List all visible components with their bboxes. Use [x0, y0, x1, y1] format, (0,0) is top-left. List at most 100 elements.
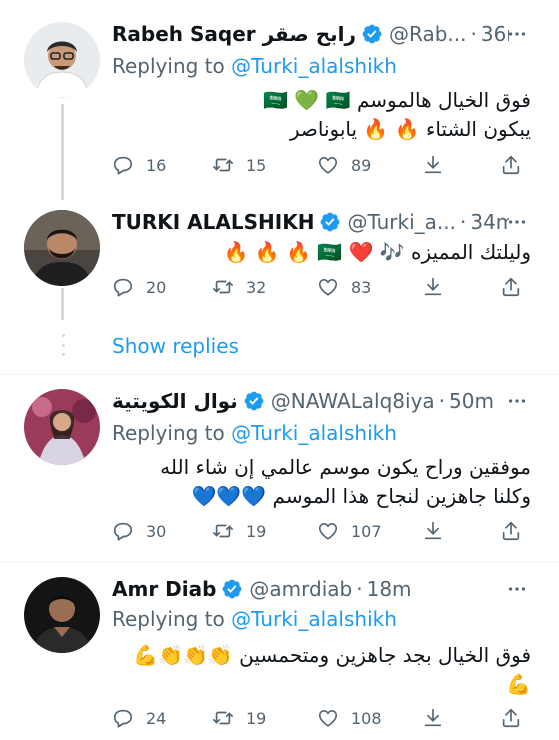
timestamp[interactable]: 50m	[449, 389, 494, 413]
download-icon	[422, 520, 444, 542]
replying-to-handle[interactable]: @Turki_alalshikh	[231, 607, 397, 631]
download-button[interactable]	[422, 707, 444, 729]
replying-to: Replying to @Turki_alalshikh	[112, 54, 397, 78]
like-button[interactable]: 83	[317, 276, 371, 298]
user-handle[interactable]: @Rab...	[389, 22, 466, 46]
more-icon[interactable]	[503, 575, 531, 603]
reply-button[interactable]: 24	[112, 707, 166, 729]
separator-dot: ·	[460, 210, 467, 234]
download-icon	[422, 276, 444, 298]
share-button[interactable]	[500, 154, 522, 176]
user-handle[interactable]: @NAWALalq8iya	[271, 389, 435, 413]
verified-badge-icon	[243, 390, 265, 412]
tweet-text: موفقين وراح يكون موسم عالمي إن شاء الله …	[112, 453, 531, 511]
avatar[interactable]	[24, 389, 100, 465]
like-count: 107	[351, 521, 382, 541]
thread-line	[61, 104, 64, 200]
verified-badge-icon	[319, 211, 341, 233]
retweet-icon	[212, 276, 234, 298]
display-name[interactable]: TURKI ALALSHIKH	[112, 210, 314, 234]
tweet-text: وليلتك المميزه 🎶 ❤️ 🇸🇦 🔥 🔥 🔥	[112, 238, 531, 267]
show-replies-link[interactable]: Show replies	[112, 334, 239, 358]
share-button[interactable]	[500, 520, 522, 542]
replying-to-handle[interactable]: @Turki_alalshikh	[231, 421, 397, 445]
tweet-text-line: وليلتك المميزه 🎶 ❤️ 🇸🇦 🔥 🔥 🔥	[223, 240, 531, 264]
tweet-actions: 30 19 107	[112, 516, 532, 546]
tweet-amr-diab[interactable]: Amr Diab @amrdiab · 18m Replying to @Tur…	[0, 563, 559, 740]
display-name[interactable]: Rabeh Saqer رابح صقر	[112, 22, 356, 46]
tweet-text: فوق الخيال هالموسم 🇸🇦 💚 🇸🇦 يبكون الشتاء …	[112, 86, 531, 144]
tweet-nawal[interactable]: نوال الكويتية @NAWALalq8iya · 50m Replyi…	[0, 375, 559, 561]
reply-button[interactable]: 16	[112, 154, 166, 176]
tweet-text-line: يبكون الشتاء 🔥 🔥 يابوناصر	[289, 117, 531, 141]
like-count: 108	[351, 708, 382, 728]
share-button[interactable]	[500, 707, 522, 729]
verified-badge-icon	[221, 578, 243, 600]
tweet-text-line: فوق الخيال بجد جاهزين ومتحمسين 👏👏👏💪	[133, 643, 531, 667]
retweet-button[interactable]: 32	[212, 276, 266, 298]
download-button[interactable]	[422, 154, 444, 176]
retweet-button[interactable]: 19	[212, 520, 266, 542]
user-handle[interactable]: @Turki_a...	[347, 210, 456, 234]
like-count: 89	[351, 155, 372, 175]
retweet-count: 32	[246, 277, 267, 297]
display-name[interactable]: Amr Diab	[112, 577, 216, 601]
tweet-header: Rabeh Saqer رابح صقر @Rab... · 36m	[112, 18, 509, 50]
reply-icon	[112, 276, 134, 298]
tweet-header: Amr Diab @amrdiab · 18m	[112, 573, 509, 605]
retweet-button[interactable]: 19	[212, 707, 266, 729]
like-button[interactable]: 89	[317, 154, 371, 176]
avatar[interactable]	[24, 577, 100, 653]
like-icon	[317, 520, 339, 542]
tweet-header: TURKI ALALSHIKH @Turki_a... · 34m	[112, 206, 509, 238]
like-count: 83	[351, 277, 372, 297]
tweet-text-line: وكلنا جاهزين لنجاح هذا الموسم 💙💙💙	[191, 484, 531, 508]
more-icon[interactable]	[503, 208, 531, 236]
more-icon[interactable]	[503, 387, 531, 415]
tweet-rabeh-saqer[interactable]: Rabeh Saqer رابح صقر @Rab... · 36m Reply…	[0, 0, 559, 200]
retweet-button[interactable]: 15	[212, 154, 266, 176]
replying-to-handle[interactable]: @Turki_alalshikh	[231, 54, 397, 78]
avatar[interactable]	[24, 22, 100, 98]
tweet-actions: 24 19 108	[112, 703, 532, 733]
tweet-text-line: 💪	[506, 672, 531, 696]
reply-button[interactable]: 20	[112, 276, 166, 298]
thread-line	[61, 288, 64, 320]
reply-icon	[112, 707, 134, 729]
like-button[interactable]: 108	[317, 707, 382, 729]
share-button[interactable]	[500, 276, 522, 298]
download-icon	[422, 154, 444, 176]
tweet-actions: 16 15 89	[112, 150, 532, 180]
share-icon	[500, 707, 522, 729]
like-button[interactable]: 107	[317, 520, 382, 542]
replying-to-label: Replying to	[112, 421, 225, 445]
retweet-count: 19	[246, 708, 267, 728]
reply-count: 24	[146, 708, 167, 728]
download-icon	[422, 707, 444, 729]
avatar[interactable]	[24, 210, 100, 286]
separator-dot: ·	[356, 577, 363, 601]
verified-badge-icon	[361, 23, 383, 45]
reply-icon	[112, 520, 134, 542]
reply-button[interactable]: 30	[112, 520, 166, 542]
user-handle[interactable]: @amrdiab	[249, 577, 352, 601]
replying-to: Replying to @Turki_alalshikh	[112, 421, 397, 445]
download-button[interactable]	[422, 520, 444, 542]
tweet-text-line: فوق الخيال هالموسم 🇸🇦 💚 🇸🇦	[263, 88, 531, 112]
retweet-count: 19	[246, 521, 267, 541]
download-button[interactable]	[422, 276, 444, 298]
replying-to: Replying to @Turki_alalshikh	[112, 607, 397, 631]
more-replies-dots	[59, 334, 67, 356]
timestamp[interactable]: 18m	[367, 577, 412, 601]
reply-count: 30	[146, 521, 167, 541]
tweet-turki-alalshikh[interactable]: TURKI ALALSHIKH @Turki_a... · 34m وليلتك…	[0, 200, 559, 370]
more-icon[interactable]	[503, 20, 531, 48]
reply-icon	[112, 154, 134, 176]
display-name[interactable]: نوال الكويتية	[112, 389, 238, 413]
separator-dot: ·	[470, 22, 477, 46]
like-icon	[317, 154, 339, 176]
replying-to-label: Replying to	[112, 54, 225, 78]
like-icon	[317, 707, 339, 729]
tweet-text: فوق الخيال بجد جاهزين ومتحمسين 👏👏👏💪 💪	[112, 641, 531, 699]
retweet-count: 15	[246, 155, 267, 175]
